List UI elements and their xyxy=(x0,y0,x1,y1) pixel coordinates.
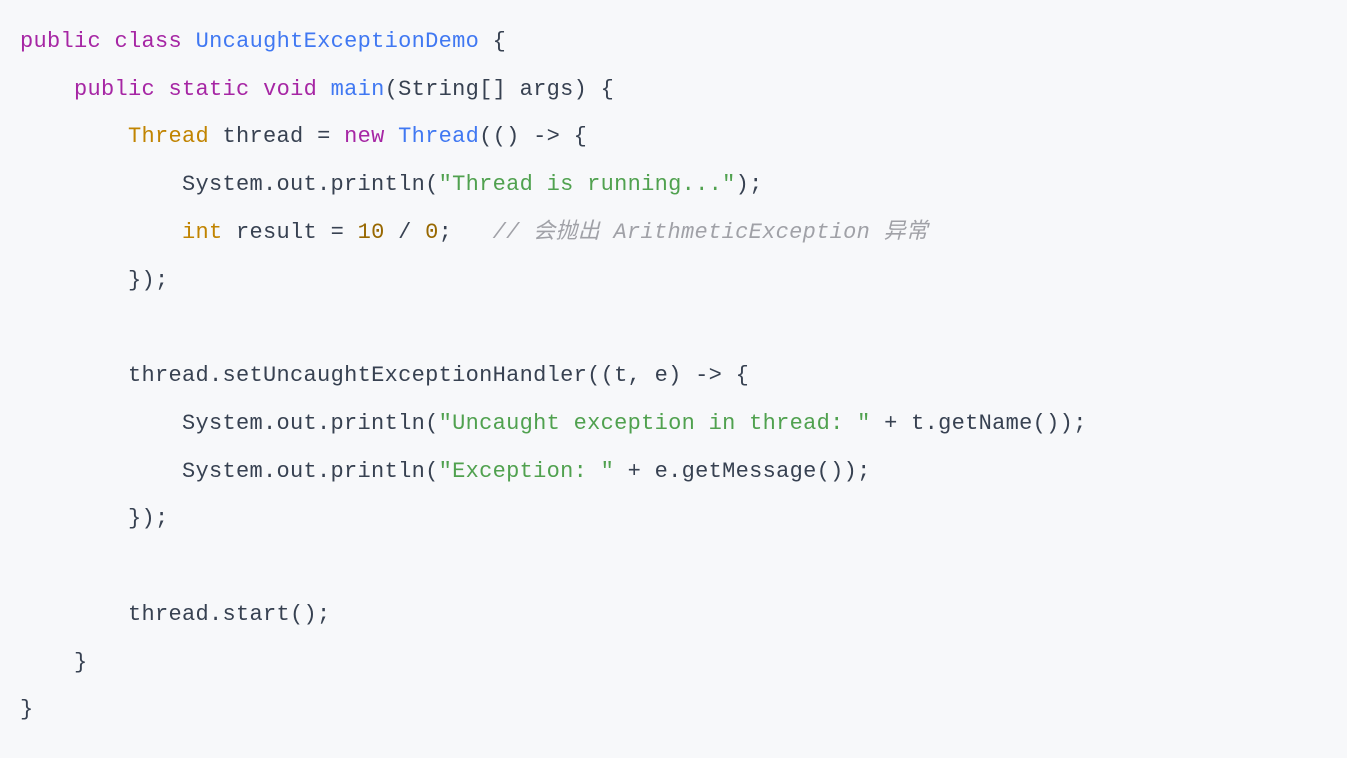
close-lambda: }); xyxy=(128,268,169,293)
variable: thread = xyxy=(209,124,344,149)
keyword-public: public xyxy=(74,77,155,102)
params: (String[] args) { xyxy=(385,77,615,102)
code-line: }); xyxy=(20,268,169,293)
number-literal: 10 xyxy=(358,220,385,245)
code-line: public static void main(String[] args) { xyxy=(20,77,614,102)
comment: // 会抛出 ArithmeticException 异常 xyxy=(493,220,929,245)
close-brace: } xyxy=(74,650,88,675)
code-line: Thread thread = new Thread(() -> { xyxy=(20,124,587,149)
close-brace: } xyxy=(20,697,34,722)
brace: { xyxy=(479,29,506,54)
code-block: public class UncaughtExceptionDemo { pub… xyxy=(20,18,1327,734)
method-call: System.out.println( xyxy=(182,459,439,484)
string-literal: "Thread is running..." xyxy=(439,172,736,197)
method-call: thread.setUncaughtExceptionHandler((t, e… xyxy=(128,363,749,388)
type-name: int xyxy=(182,220,223,245)
code-line: int result = 10 / 0; // 会抛出 ArithmeticEx… xyxy=(20,220,928,245)
code-line: } xyxy=(20,650,88,675)
method-call: System.out.println( xyxy=(182,172,439,197)
class-name: UncaughtExceptionDemo xyxy=(196,29,480,54)
code-line: System.out.println("Uncaught exception i… xyxy=(20,411,1087,436)
code-line: System.out.println("Thread is running...… xyxy=(20,172,763,197)
keyword-static: static xyxy=(169,77,250,102)
code-line: System.out.println("Exception: " + e.get… xyxy=(20,459,871,484)
type-name: Thread xyxy=(128,124,209,149)
method-call: thread.start(); xyxy=(128,602,331,627)
code-line: }); xyxy=(20,506,169,531)
close-lambda: }); xyxy=(128,506,169,531)
keyword-new: new xyxy=(344,124,385,149)
number-literal: 0 xyxy=(425,220,439,245)
string-literal: "Exception: " xyxy=(439,459,615,484)
code-line: } xyxy=(20,697,34,722)
variable: result = xyxy=(223,220,358,245)
code-line: public class UncaughtExceptionDemo { xyxy=(20,29,506,54)
semicolon: ; xyxy=(439,220,493,245)
operator: / xyxy=(385,220,426,245)
concat: + e.getMessage()); xyxy=(614,459,871,484)
code-line: thread.start(); xyxy=(20,602,331,627)
constructor: Thread xyxy=(385,124,480,149)
line-end: ); xyxy=(736,172,763,197)
keyword-public: public xyxy=(20,29,101,54)
method-call: System.out.println( xyxy=(182,411,439,436)
string-literal: "Uncaught exception in thread: " xyxy=(439,411,871,436)
code-line: thread.setUncaughtExceptionHandler((t, e… xyxy=(20,363,749,388)
keyword-class: class xyxy=(115,29,183,54)
concat: + t.getName()); xyxy=(871,411,1087,436)
lambda-open: (() -> { xyxy=(479,124,587,149)
method-name: main xyxy=(331,77,385,102)
keyword-void: void xyxy=(263,77,317,102)
